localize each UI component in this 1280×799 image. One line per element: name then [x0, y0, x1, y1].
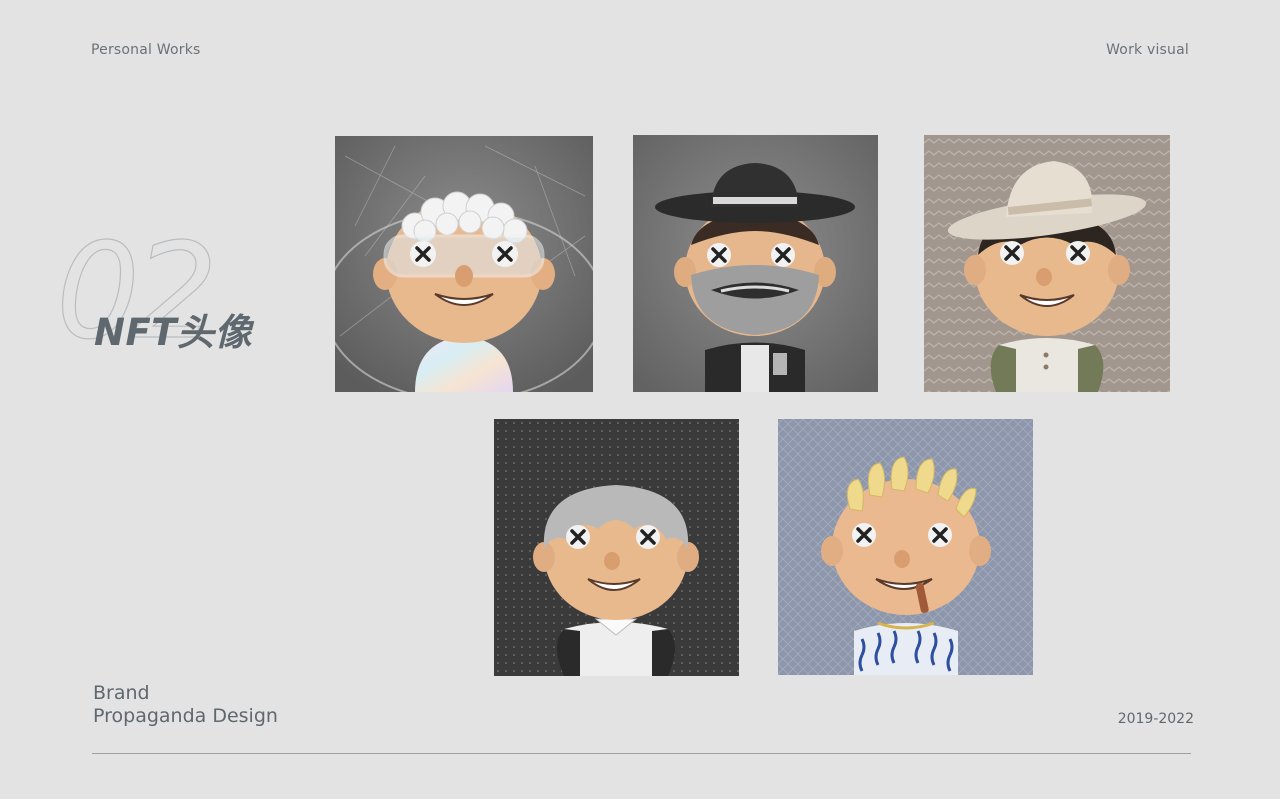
- avatar-tile-5[interactable]: [778, 419, 1033, 675]
- footer-brand: Brand Propaganda Design: [93, 682, 278, 728]
- header-left-label: Personal Works: [91, 42, 201, 58]
- avatar-tile-2[interactable]: [633, 135, 878, 392]
- header-right-label: Work visual: [1106, 42, 1189, 58]
- avatar-goggles-icon: [335, 136, 593, 392]
- avatar-sunhat-icon: [924, 135, 1170, 392]
- avatar-blond-cigar-icon: [778, 419, 1033, 675]
- footer-brand-line1: Brand: [93, 682, 150, 704]
- footer-brand-line2: Propaganda Design: [93, 705, 278, 727]
- section-title: NFT头像: [94, 311, 252, 354]
- avatar-grey-hair-icon: [494, 419, 739, 676]
- avatar-tile-4[interactable]: [494, 419, 739, 676]
- avatar-tile-1[interactable]: [335, 136, 593, 392]
- footer-divider: [92, 753, 1191, 754]
- avatar-cowboy-mask-icon: [633, 135, 878, 392]
- footer-years: 2019-2022: [1117, 711, 1194, 727]
- avatar-tile-3[interactable]: [924, 135, 1170, 392]
